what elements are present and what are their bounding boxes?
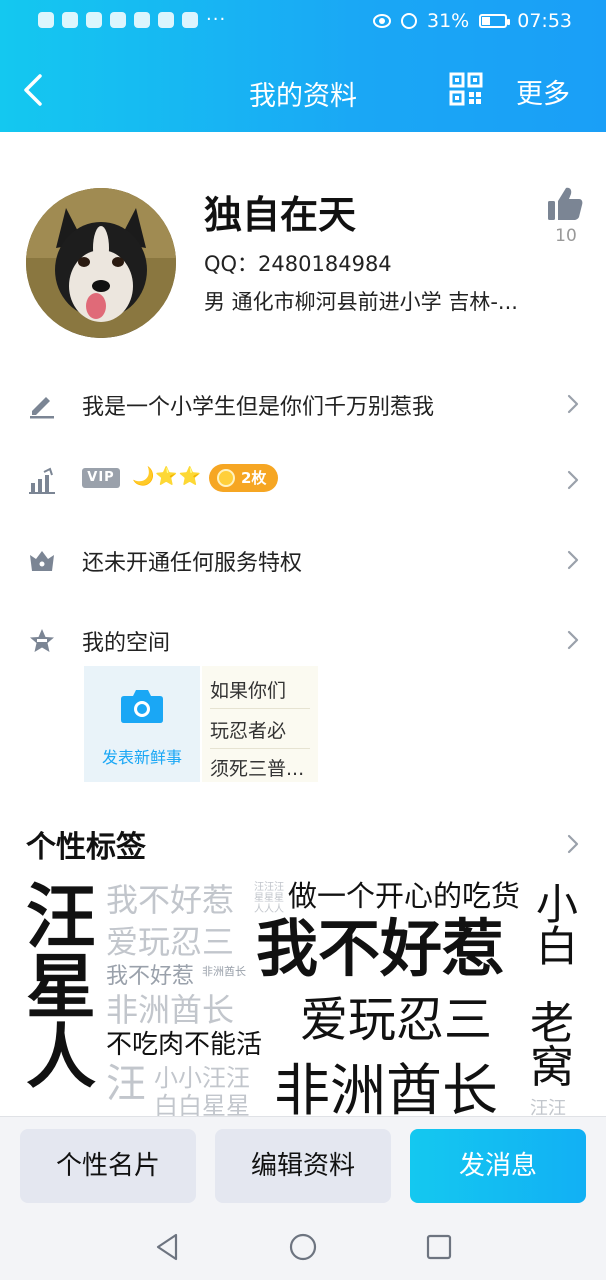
app-notification-icon: [134, 12, 150, 28]
like-button[interactable]: [545, 184, 585, 224]
coin-badge: 2枚: [209, 464, 279, 492]
post-new-update-label: 发表新鲜事: [101, 748, 182, 767]
qr-code-icon: [449, 72, 483, 106]
tag-tiny-wang-xing-ren: 汪汪汪 星星星 人人人: [254, 882, 284, 915]
tag-word: 非洲酋长: [274, 1059, 498, 1117]
home-circle-icon[interactable]: [288, 1232, 318, 1262]
recents-square-icon[interactable]: [424, 1232, 454, 1262]
app-notification-icon: [86, 12, 102, 28]
tag-word: 非洲酋长: [202, 965, 246, 978]
tag-word: 做一个开心的吃货: [288, 879, 521, 913]
space-post-preview[interactable]: 如果你们 玩忍者必 须死三普...: [202, 666, 318, 782]
status-bar: ··· 31% 07:53: [0, 0, 606, 48]
eye-comfort-icon: [373, 14, 391, 28]
coin-count: 2枚: [241, 469, 267, 487]
tag-character: 老: [530, 998, 574, 1049]
qq-number: QQ：2480184984: [204, 252, 392, 276]
coin-icon: [217, 469, 235, 487]
tag-word: 非洲酋长: [106, 991, 235, 1029]
alarm-icon: [401, 13, 417, 29]
divider: [210, 708, 310, 709]
tag-word: 我不好惹: [106, 964, 195, 989]
app-notification-icon: [110, 12, 126, 28]
tag-word: 汪汪: [530, 1098, 566, 1117]
tag-lao-wo: 老窝: [530, 1002, 574, 1090]
tag-word: 白白星星: [154, 1092, 250, 1116]
app-notification-icon: [158, 12, 174, 28]
nickname: 独自在天: [204, 193, 357, 237]
space-preview-line: 玩忍者必: [210, 720, 287, 742]
pencil-icon: [30, 397, 54, 419]
tag-word: 汪: [106, 1061, 146, 1107]
tag-character: 汪: [26, 876, 96, 958]
status-bar-system: 31% 07:53: [373, 10, 572, 32]
husky-dog-avatar-image: [26, 188, 176, 338]
chevron-right-icon: [567, 470, 579, 490]
tag-tiny-line: 汪汪汪: [254, 882, 284, 893]
space-preview-line: 须死三普...: [210, 758, 305, 780]
chevron-right-icon[interactable]: [566, 834, 580, 854]
wifi-icon: [62, 12, 78, 28]
avatar[interactable]: [26, 188, 176, 338]
tag-character: 小: [536, 880, 579, 929]
like-count: 10: [555, 226, 577, 246]
level-chart-icon: [29, 467, 55, 494]
signature-row[interactable]: 我是一个小学生但是你们千万别惹我: [0, 374, 606, 434]
tag-character: 星: [26, 946, 96, 1028]
tag-character: 人: [26, 1016, 96, 1098]
back-triangle-icon[interactable]: [152, 1232, 182, 1262]
edit-profile-button[interactable]: 编辑资料: [215, 1129, 391, 1203]
personal-tags-title: 个性标签: [26, 830, 146, 865]
thumbs-up-icon: [548, 187, 583, 220]
space-preview-line: 如果你们: [210, 680, 287, 702]
camera-icon: [121, 690, 163, 723]
my-space-row[interactable]: 我的空间: [0, 610, 606, 670]
battery-icon: [479, 14, 511, 28]
tag-word: 小小汪汪: [154, 1064, 250, 1092]
tag-cloud[interactable]: 汪星人 我不好惹 汪汪汪 星星星 人人人 做一个开心的吃货 小白 爱玩忍三 我不…: [0, 868, 606, 1117]
battery-percent: 31%: [427, 10, 470, 32]
more-button[interactable]: 更多: [516, 72, 570, 111]
more-notifications-dots: ···: [206, 9, 227, 30]
vip-level-row[interactable]: VIP 🌙⭐⭐ 2枚: [0, 450, 606, 510]
system-navigation-bar: [0, 1214, 606, 1280]
service-privilege-row[interactable]: 还未开通任何服务特权: [0, 530, 606, 590]
signature-text: 我是一个小学生但是你们千万别惹我: [82, 395, 435, 420]
tag-word: 爱玩忍三: [300, 992, 493, 1048]
vip-badge: VIP: [82, 468, 120, 488]
tag-character: 窝: [530, 1042, 574, 1093]
chevron-right-icon: [567, 394, 579, 414]
tag-word: 爱玩忍三: [106, 923, 235, 961]
tag-wang-xing-ren[interactable]: 汪星人: [26, 882, 96, 1092]
tag-character: 白: [536, 922, 579, 971]
profile-info: 男 通化市柳河县前进小学 吉林-...: [204, 290, 518, 314]
bottom-action-bar: 个性名片 编辑资料 发消息: [0, 1116, 606, 1215]
clock-time: 07:53: [517, 10, 572, 32]
crown-icon: [30, 551, 54, 571]
app-notification-icon: [182, 12, 198, 28]
service-text: 还未开通任何服务特权: [82, 551, 303, 576]
qr-code-button[interactable]: [448, 71, 484, 107]
level-icons: 🌙⭐⭐: [132, 466, 203, 487]
divider: [210, 748, 310, 749]
chevron-right-icon: [567, 550, 579, 570]
my-space-label: 我的空间: [82, 631, 171, 656]
tag-word: 我不好惹: [106, 881, 235, 919]
tag-word: 我不好惹: [256, 912, 505, 985]
battery-level: [482, 17, 490, 25]
alert-icon: [38, 12, 54, 28]
status-bar-notifications: ···: [38, 9, 227, 30]
star-icon: [30, 629, 54, 652]
header: ··· 31% 07:53 我的资料 更多: [0, 0, 606, 132]
tag-xiao-bai: 小白: [536, 884, 578, 968]
chevron-right-icon: [567, 630, 579, 650]
personal-card-button[interactable]: 个性名片: [20, 1129, 196, 1203]
tag-word: 不吃肉不能活: [106, 1030, 263, 1060]
post-new-update-button[interactable]: 发表新鲜事: [84, 666, 200, 782]
tag-tiny-line: 星星星: [254, 893, 284, 904]
send-message-button[interactable]: 发消息: [410, 1129, 586, 1203]
